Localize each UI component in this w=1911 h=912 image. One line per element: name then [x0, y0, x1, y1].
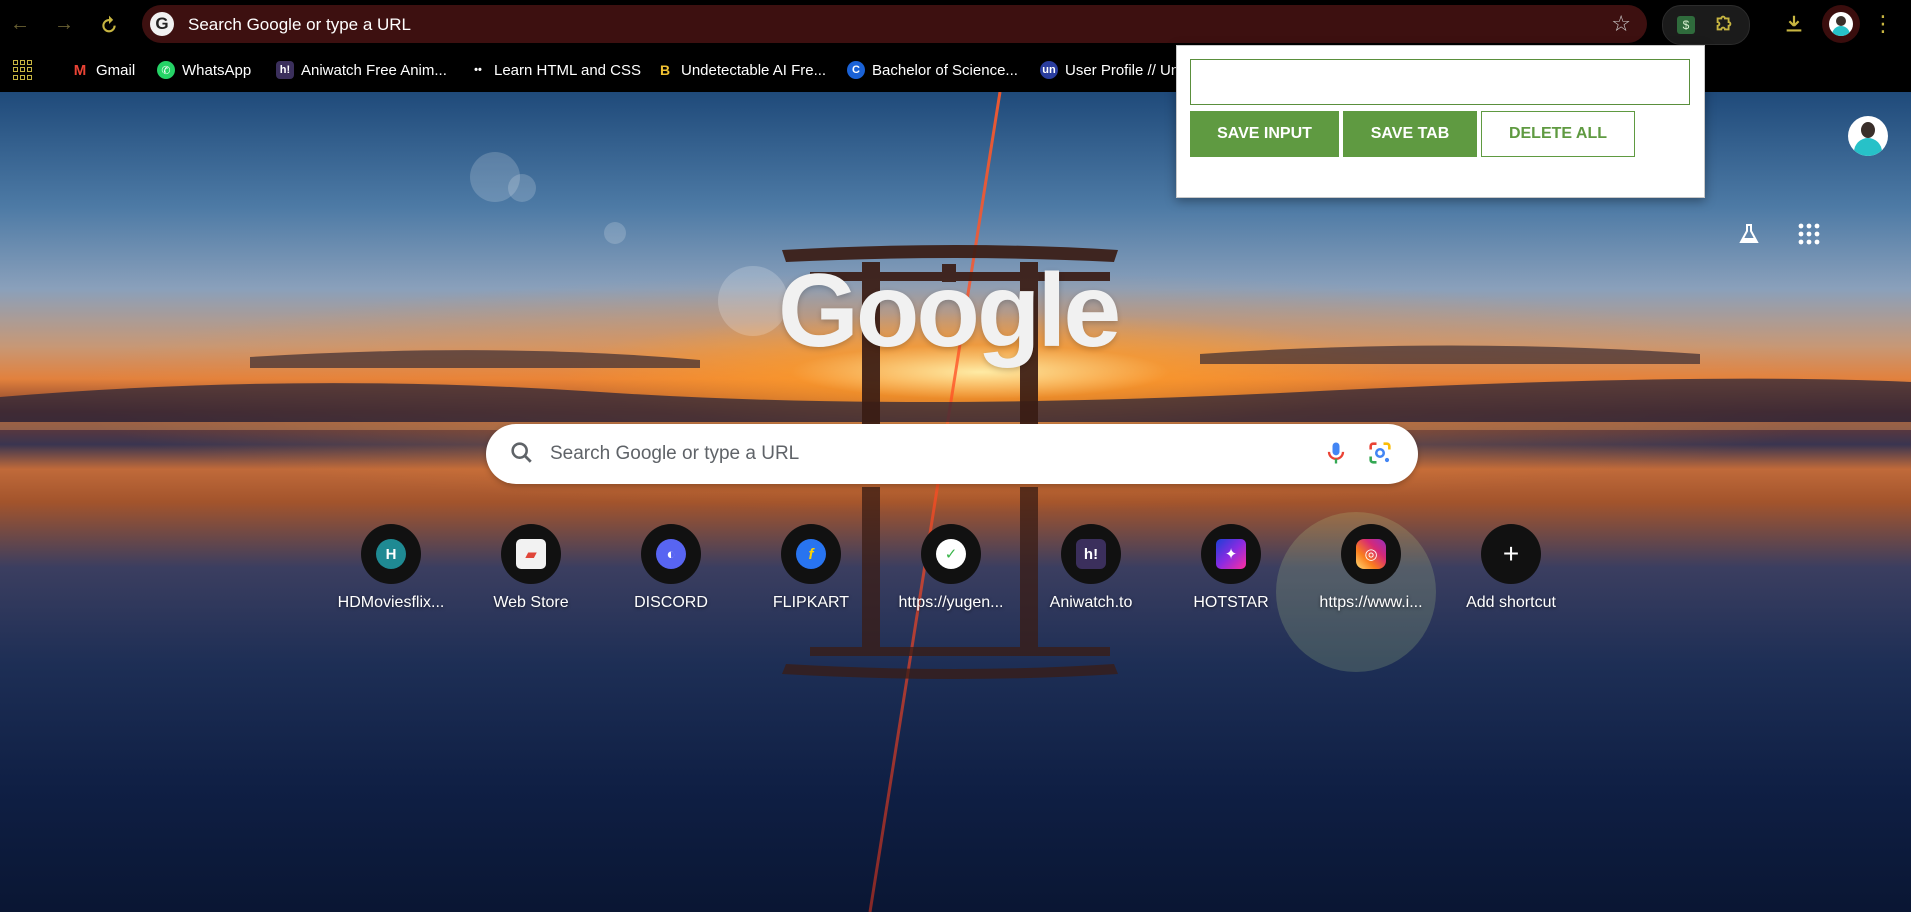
bookmark-label: Gmail [96, 61, 136, 79]
undetectable-ai-icon: B [656, 61, 674, 79]
bookmark-label: Undetectable AI Fre... [681, 61, 827, 79]
aniwatch-icon: h! [276, 61, 294, 79]
forward-icon[interactable]: → [48, 8, 80, 40]
reload-icon[interactable] [93, 8, 125, 40]
shortcut-label: Aniwatch.to [1049, 594, 1133, 611]
shortcut-hotstar[interactable]: ✦ HOTSTAR [1166, 524, 1296, 624]
account-avatar[interactable] [1848, 116, 1888, 156]
shortcut-label: FLIPKART [772, 594, 850, 611]
shortcut-label: DISCORD [634, 594, 708, 611]
google-g-icon: G [150, 12, 174, 36]
hotstar-icon: ✦ [1216, 539, 1246, 569]
shortcut-label: Web Store [493, 594, 569, 611]
delete-all-button[interactable]: DELETE ALL [1481, 111, 1635, 157]
wallpaper-decoration [0, 92, 1911, 912]
download-icon[interactable] [1779, 9, 1809, 39]
google-apps-icon[interactable] [1789, 214, 1829, 254]
bookmark-bachelor[interactable]: C Bachelor of Science... [847, 58, 1018, 82]
bookmark-undetectable-ai[interactable]: B Undetectable AI Fre... [656, 58, 826, 82]
new-tab-page: Google Search Google or type a URL H HDM… [0, 92, 1911, 912]
popup-text-input[interactable] [1190, 59, 1690, 105]
bookmark-unstop[interactable]: un User Profile // Un [1040, 58, 1179, 82]
lens-flare [508, 174, 536, 202]
bookmark-star-icon[interactable]: ☆ [1611, 11, 1631, 37]
bookmark-label: User Profile // Un [1065, 61, 1180, 79]
shortcut-add[interactable]: + Add shortcut [1446, 524, 1576, 624]
ntp-search-box[interactable]: Search Google or type a URL [486, 424, 1418, 484]
google-lens-icon[interactable] [1366, 439, 1394, 472]
instagram-icon: ◎ [1356, 539, 1386, 569]
unstop-icon: un [1040, 61, 1058, 79]
shortcut-web-store[interactable]: ▰ Web Store [466, 524, 596, 624]
web-store-icon: ▰ [516, 539, 546, 569]
address-bar[interactable]: G Search Google or type a URL ☆ [142, 5, 1647, 43]
bookmark-gmail[interactable]: M Gmail [71, 58, 135, 82]
bookmark-label: Learn HTML and CSS [494, 61, 642, 79]
shortcut-aniwatch[interactable]: h! Aniwatch.to [1026, 524, 1156, 624]
profile-button[interactable] [1822, 5, 1860, 43]
bookmark-label: Aniwatch Free Anim... [301, 61, 447, 79]
microphone-icon[interactable] [1322, 439, 1350, 472]
more-menu-icon[interactable]: ⋮ [1870, 10, 1896, 38]
labs-flask-icon[interactable] [1729, 214, 1769, 254]
extension-popup: SAVE INPUT SAVE TAB DELETE ALL [1176, 45, 1705, 198]
search-icon [508, 439, 536, 472]
flipkart-icon: f [796, 539, 826, 569]
discord-icon: ◐ [656, 539, 686, 569]
lens-flare [604, 222, 626, 244]
save-tab-button[interactable]: SAVE TAB [1343, 111, 1477, 157]
browser-toolbar: ← → G Search Google or type a URL ☆ $ ⋮ [0, 0, 1911, 48]
bookmark-html-css[interactable]: •• Learn HTML and CSS [469, 58, 641, 82]
search-placeholder: Search Google or type a URL [550, 443, 800, 464]
whatsapp-icon: ✆ [157, 61, 175, 79]
shortcut-discord[interactable]: ◐ DISCORD [606, 524, 736, 624]
shortcut-label: https://www.i... [1319, 594, 1423, 611]
shortcut-yugen[interactable]: ✓ https://yugen... [886, 524, 1016, 624]
bookmark-label: Bachelor of Science... [872, 61, 1018, 79]
aniwatch-icon: h! [1076, 539, 1106, 569]
shortcut-label: Add shortcut [1466, 594, 1556, 611]
shortcut-hdmoviesflix[interactable]: H HDMoviesflix... [326, 524, 456, 624]
yugen-icon: ✓ [936, 539, 966, 569]
hdmoviesflix-icon: H [376, 539, 406, 569]
extensions-area: $ [1662, 5, 1750, 45]
shortcut-instagram[interactable]: ◎ https://www.i... [1306, 524, 1436, 624]
bookmark-aniwatch[interactable]: h! Aniwatch Free Anim... [276, 58, 447, 82]
apps-grid-icon[interactable] [13, 60, 33, 80]
puzzle-icon[interactable] [1713, 12, 1735, 40]
save-input-button[interactable]: SAVE INPUT [1190, 111, 1339, 157]
shortcuts-row: H HDMoviesflix... ▰ Web Store ◐ DISCORD … [326, 524, 1586, 624]
back-icon[interactable]: ← [4, 8, 36, 40]
bookmark-label: WhatsApp [182, 61, 252, 79]
extension-dollar-icon[interactable]: $ [1677, 16, 1695, 34]
gmail-icon: M [71, 61, 89, 79]
shortcut-flipkart[interactable]: f FLIPKART [746, 524, 876, 624]
shortcut-label: HOTSTAR [1193, 594, 1269, 611]
bookmark-whatsapp[interactable]: ✆ WhatsApp [157, 58, 251, 82]
shortcut-label: HDMoviesflix... [337, 594, 445, 611]
google-logo: Google [778, 253, 1121, 369]
avatar [1829, 12, 1853, 36]
shortcut-label: https://yugen... [898, 594, 1004, 611]
address-bar-placeholder: Search Google or type a URL [188, 15, 412, 34]
plus-icon: + [1502, 538, 1520, 569]
html-course-icon: •• [469, 61, 487, 79]
bachelor-course-icon: C [847, 61, 865, 79]
